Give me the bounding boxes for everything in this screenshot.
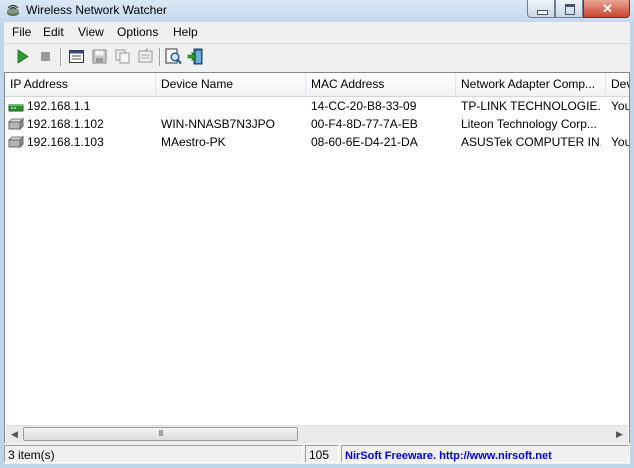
ip-address-cell: 192.168.1.1 <box>27 99 91 113</box>
scroll-grip: III <box>158 429 164 438</box>
window-frame: File Edit View Options Help IP Address D… <box>4 22 630 464</box>
toolbar-separator <box>60 48 62 66</box>
adapter-company-cell: TP-LINK TECHNOLOGIE... <box>461 99 601 113</box>
status-item-count: 3 item(s) <box>4 445 303 463</box>
device-name-cell: WIN-NNASB7N3JPO <box>161 117 276 131</box>
column-header-network-adapter-company[interactable]: Network Adapter Comp... <box>456 73 606 97</box>
html-report-icon[interactable] <box>68 48 85 65</box>
properties-icon[interactable] <box>137 48 154 65</box>
computer-icon <box>8 135 24 149</box>
mac-address-cell: 00-F4-8D-77-7A-EB <box>311 117 418 131</box>
exit-icon[interactable] <box>187 48 204 65</box>
scroll-thumb[interactable]: III <box>23 427 298 441</box>
column-header-device-name[interactable]: Device Name <box>156 73 306 97</box>
app-icon <box>7 4 19 16</box>
title-bar: Wireless Network Watcher ✕ <box>0 0 634 22</box>
window-title: Wireless Network Watcher <box>26 3 167 17</box>
adapter-company-cell: Liteon Technology Corp... <box>461 117 597 131</box>
mac-address-cell: 08-60-6E-D4-21-DA <box>311 135 418 149</box>
menu-bar: File Edit View Options Help <box>4 22 630 42</box>
menu-file[interactable]: File <box>12 25 31 39</box>
router-icon <box>8 104 24 112</box>
mac-address-cell: 14-CC-20-B8-33-09 <box>311 99 417 113</box>
column-header-ip-address[interactable]: IP Address <box>5 73 156 97</box>
nirsoft-link[interactable]: NirSoft Freeware. http://www.nirsoft.net <box>345 450 552 462</box>
stop-icon[interactable] <box>37 48 54 65</box>
device-name-cell: MAestro-PK <box>161 135 226 149</box>
find-icon[interactable] <box>165 48 182 65</box>
table-row[interactable]: 192.168.1.1 14-CC-20-B8-33-09 TP-LINK TE… <box>5 97 630 115</box>
status-bar: 3 item(s) 105 NirSoft Freeware. http://w… <box>4 443 630 464</box>
ip-address-cell: 192.168.1.102 <box>27 117 104 131</box>
menu-edit[interactable]: Edit <box>43 25 64 39</box>
copy-icon[interactable] <box>114 48 131 65</box>
ip-address-cell: 192.168.1.103 <box>27 135 104 149</box>
toolbar <box>4 43 630 70</box>
table-row[interactable]: 192.168.1.102 WIN-NNASB7N3JPO 00-F4-8D-7… <box>5 115 629 133</box>
status-credit: NirSoft Freeware. http://www.nirsoft.net <box>341 445 630 463</box>
maximize-button[interactable] <box>555 0 583 18</box>
status-count: 105 <box>305 445 339 463</box>
horizontal-scrollbar[interactable]: ◀ III ▶ <box>6 425 628 443</box>
menu-options[interactable]: Options <box>117 25 158 39</box>
play-icon[interactable] <box>14 48 31 65</box>
close-icon: ✕ <box>602 1 613 16</box>
scroll-left-arrow[interactable]: ◀ <box>6 426 23 443</box>
minimize-button[interactable] <box>527 0 555 18</box>
scroll-right-arrow[interactable]: ▶ <box>611 426 628 443</box>
menu-help[interactable]: Help <box>173 25 198 39</box>
computer-icon <box>8 117 24 131</box>
save-icon[interactable] <box>91 48 108 65</box>
device-information-cell: You <box>611 99 630 113</box>
minimize-icon <box>537 10 548 15</box>
column-header-mac-address[interactable]: MAC Address <box>306 73 456 97</box>
column-header-device-information[interactable]: Dev <box>606 73 629 97</box>
toolbar-separator <box>159 48 161 66</box>
table-row[interactable]: 192.168.1.103 MAestro-PK 08-60-6E-D4-21-… <box>5 133 630 151</box>
close-button[interactable]: ✕ <box>583 0 630 18</box>
menu-view[interactable]: View <box>78 25 104 39</box>
device-list[interactable]: IP Address Device Name MAC Address Netwo… <box>4 72 630 447</box>
maximize-icon <box>565 4 575 15</box>
device-information-cell: You <box>611 135 630 149</box>
adapter-company-cell: ASUSTek COMPUTER IN... <box>461 135 601 149</box>
